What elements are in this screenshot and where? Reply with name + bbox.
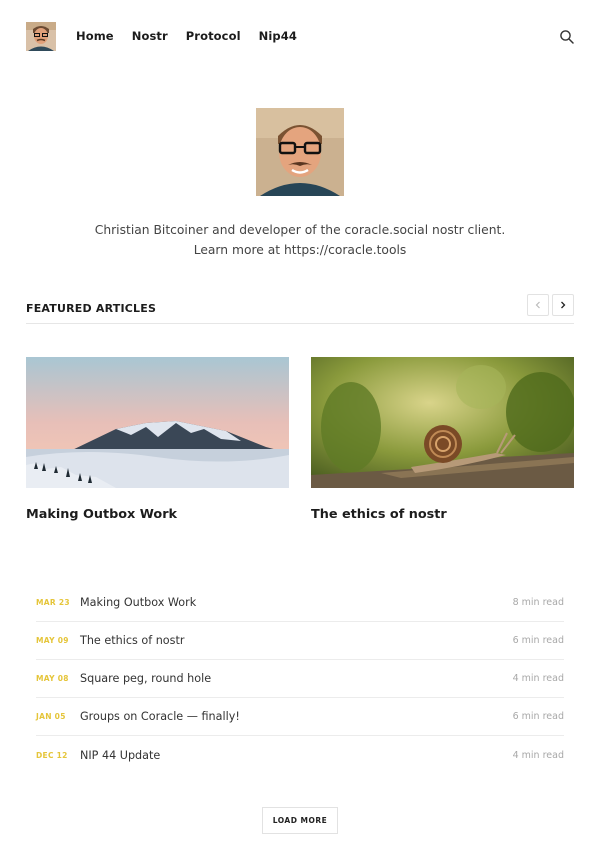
- article-title[interactable]: NIP 44 Update: [80, 749, 513, 762]
- nav-nip44[interactable]: Nip44: [259, 29, 297, 43]
- list-item[interactable]: MAY 08 Square peg, round hole 4 min read: [36, 660, 564, 698]
- nav-nostr[interactable]: Nostr: [132, 29, 168, 43]
- article-date: JAN 05: [36, 712, 66, 721]
- featured-heading: FEATURED ARTICLES: [26, 302, 157, 315]
- read-time: 4 min read: [512, 749, 564, 761]
- card-title[interactable]: Making Outbox Work: [26, 507, 289, 522]
- card-title[interactable]: The ethics of nostr: [311, 507, 574, 522]
- carousel-next-button[interactable]: [552, 294, 574, 316]
- nav-home[interactable]: Home: [76, 29, 114, 43]
- read-time: 8 min read: [512, 597, 564, 608]
- chevron-left-icon: [535, 301, 540, 309]
- bio-line-1: Christian Bitcoiner and developer of the…: [94, 223, 506, 237]
- main-nav: Home Nostr Protocol Nip44: [76, 29, 315, 43]
- carousel-prev-button[interactable]: [527, 294, 549, 316]
- list-item[interactable]: DEC 12 NIP 44 Update 4 min read: [36, 736, 564, 774]
- site-header: Home Nostr Protocol Nip44: [0, 0, 600, 72]
- featured-card[interactable]: Making Outbox Work: [26, 357, 289, 522]
- load-more-button[interactable]: LOAD MORE: [262, 807, 338, 834]
- list-item[interactable]: MAY 09 The ethics of nostr 6 min read: [36, 622, 564, 660]
- article-list: MAR 23 Making Outbox Work 8 min read MAY…: [36, 584, 564, 774]
- article-date: MAY 09: [36, 636, 69, 645]
- avatar[interactable]: [26, 22, 56, 51]
- author-bio: Christian Bitcoiner and developer of the…: [0, 221, 600, 260]
- profile-photo: [256, 108, 344, 196]
- read-time: 4 min read: [512, 673, 564, 684]
- card-image-mountain[interactable]: [26, 357, 289, 488]
- chevron-right-icon: [561, 301, 566, 309]
- search-icon[interactable]: [559, 29, 575, 45]
- bio-line-2: Learn more at https://coracle.tools: [193, 242, 407, 257]
- read-time: 6 min read: [512, 711, 564, 722]
- card-image-snail[interactable]: [311, 357, 574, 488]
- article-title[interactable]: Square peg, round hole: [80, 672, 513, 685]
- nav-protocol[interactable]: Protocol: [186, 29, 241, 43]
- article-title[interactable]: Groups on Coracle — finally!: [80, 710, 513, 723]
- list-item[interactable]: MAR 23 Making Outbox Work 8 min read: [36, 584, 564, 622]
- divider: [26, 323, 574, 324]
- featured-card[interactable]: The ethics of nostr: [311, 357, 574, 522]
- article-title[interactable]: Making Outbox Work: [80, 596, 513, 609]
- article-date: MAR 23: [36, 598, 70, 607]
- list-item[interactable]: JAN 05 Groups on Coracle — finally! 6 mi…: [36, 698, 564, 736]
- article-title[interactable]: The ethics of nostr: [80, 634, 513, 647]
- article-date: MAY 08: [36, 674, 69, 683]
- read-time: 6 min read: [512, 635, 564, 646]
- article-date: DEC 12: [36, 750, 68, 760]
